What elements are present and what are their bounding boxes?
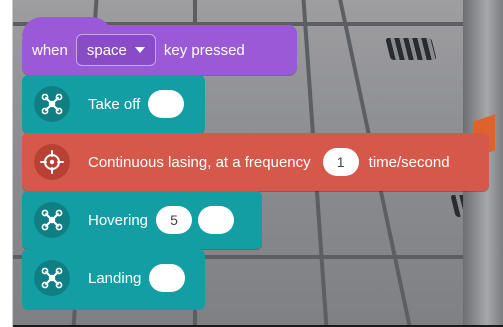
drone-icon xyxy=(34,202,70,238)
event-suffix-label: key pressed xyxy=(163,41,245,59)
landing-input[interactable] xyxy=(149,264,186,292)
floor-vent xyxy=(385,38,437,60)
takeoff-label: Take off xyxy=(88,95,141,113)
hovering-block[interactable]: Hovering 5 xyxy=(22,191,262,249)
takeoff-block[interactable]: Take off xyxy=(22,75,205,133)
drone-icon xyxy=(34,86,70,122)
crosshair-icon xyxy=(34,144,70,180)
hovering-label: Hovering xyxy=(88,211,149,229)
event-prefix-label: when xyxy=(32,41,68,59)
landing-block-foot xyxy=(22,300,205,310)
lasing-label: Continuous lasing, at a frequency xyxy=(88,153,311,171)
landing-label: Landing xyxy=(88,269,142,287)
key-dropdown-value: space xyxy=(86,41,127,59)
continuous-lasing-block[interactable]: Continuous lasing, at a frequency 1 time… xyxy=(22,133,489,191)
when-key-pressed-block[interactable]: when space key pressed xyxy=(22,25,297,75)
key-dropdown[interactable]: space xyxy=(75,34,156,66)
landing-block[interactable]: Landing xyxy=(22,249,205,307)
frequency-unit-label: time/second xyxy=(368,153,450,171)
chevron-down-icon xyxy=(134,47,145,53)
frequency-input[interactable]: 1 xyxy=(322,148,359,176)
takeoff-input[interactable] xyxy=(148,90,185,118)
drone-icon xyxy=(34,260,70,296)
hover-seconds-input[interactable]: 5 xyxy=(156,206,193,234)
hover-second-input[interactable] xyxy=(198,206,235,234)
